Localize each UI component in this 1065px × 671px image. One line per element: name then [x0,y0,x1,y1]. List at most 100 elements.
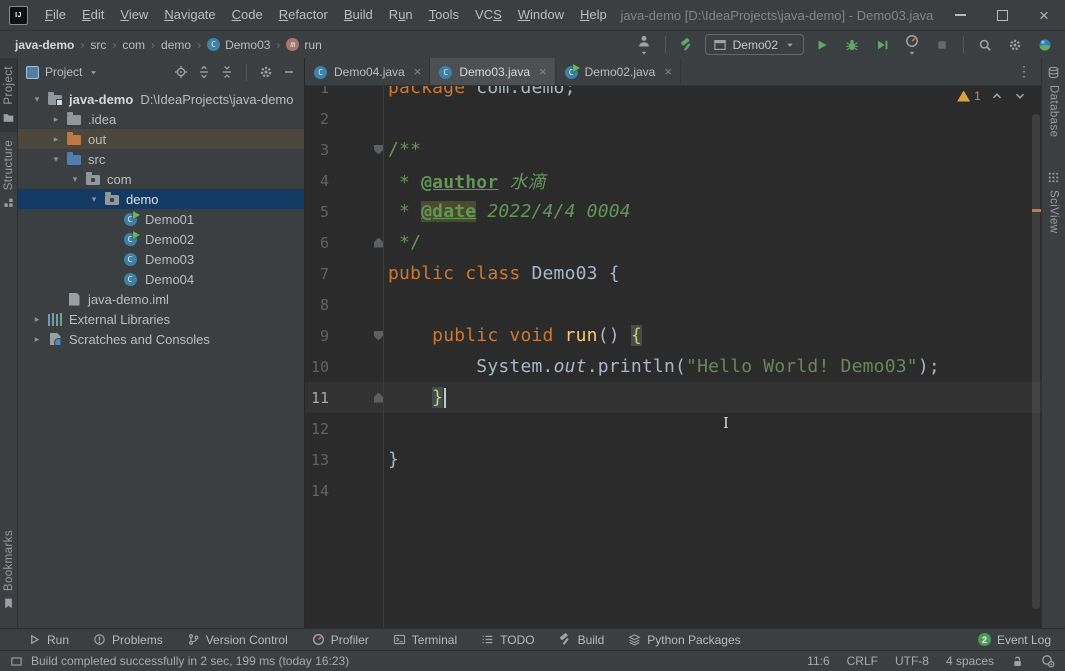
tool-window-button-profiler[interactable]: Profiler [312,633,369,647]
tree-item-demo04[interactable]: CDemo04 [18,269,304,289]
line-number[interactable]: 6 [305,234,329,252]
tool-window-button-structure[interactable]: Structure [0,132,17,217]
expand-all-button[interactable] [197,65,211,79]
close-button[interactable]: × [1023,0,1065,30]
tree-item-demo02[interactable]: CDemo02 [18,229,304,249]
collapse-all-button[interactable] [220,65,234,79]
user-account-button[interactable] [632,34,656,56]
next-problem-button[interactable] [1013,89,1027,103]
readonly-toggle[interactable] [1011,655,1024,668]
debug-button[interactable] [840,34,864,56]
code-line-3[interactable]: 3/** [305,134,1041,165]
code-line-6[interactable]: 6 */ [305,227,1041,258]
minimize-button[interactable] [939,0,981,30]
menu-file[interactable]: File [37,0,74,30]
maximize-button[interactable] [981,0,1023,30]
tree-item-demo03[interactable]: CDemo03 [18,249,304,269]
tree-chevron-icon[interactable]: ▸ [30,314,44,325]
tool-window-button-sciview[interactable]: SciView [1042,163,1065,260]
menu-window[interactable]: Window [510,0,572,30]
tree-item-external-libraries[interactable]: ▸External Libraries [18,309,304,329]
tree-item-java-demo-iml[interactable]: java-demo.iml [18,289,304,309]
project-view-dropdown-icon[interactable] [88,67,99,78]
line-number[interactable]: 7 [305,265,329,283]
breadcrumb-demo03[interactable]: CDemo03 [204,38,273,52]
tree-item-out[interactable]: ▸out [18,129,304,149]
breadcrumb-run[interactable]: mrun [283,38,324,52]
tool-window-button-version-control[interactable]: Version Control [187,633,288,647]
editor-scrollbar[interactable] [1032,114,1040,609]
line-number[interactable]: 3 [305,141,329,159]
tree-chevron-icon[interactable]: ▾ [49,154,63,165]
ide-services-button[interactable] [1041,654,1055,668]
code-line-5[interactable]: 5 * @date 2022/4/4 0004 [305,196,1041,227]
tree-item-com[interactable]: ▾com [18,169,304,189]
breadcrumb-com[interactable]: com [119,38,148,52]
tree-item--idea[interactable]: ▸.idea [18,109,304,129]
tool-window-button-problems[interactable]: Problems [93,633,163,647]
search-everywhere-button[interactable] [973,34,997,56]
profiler-button[interactable] [900,34,924,56]
code-line-10[interactable]: 10 System.out.println("Hello World! Demo… [305,351,1041,382]
fold-marker-icon[interactable] [374,393,383,403]
warning-stripe-mark[interactable] [1032,209,1041,212]
prev-problem-button[interactable] [990,89,1004,103]
build-project-button[interactable] [675,34,699,56]
encoding-widget[interactable]: UTF-8 [895,654,929,668]
code-line-14[interactable]: 14 [305,475,1041,506]
code-line-11[interactable]: 11 } [305,382,1041,413]
line-number[interactable]: 12 [305,420,329,438]
inspection-widget[interactable]: 1 [957,89,1027,103]
code-line-12[interactable]: 12 [305,413,1041,444]
menu-view[interactable]: View [112,0,156,30]
close-tab-icon[interactable]: × [664,64,672,79]
line-number[interactable]: 11 [305,389,329,407]
line-separator-widget[interactable]: CRLF [847,654,878,668]
tool-window-button-bookmarks[interactable]: Bookmarks [0,522,17,618]
fold-marker-icon[interactable] [374,145,383,155]
indent-widget[interactable]: 4 spaces [946,654,994,668]
code-editor[interactable]: 1package com.demo;23/**4 * @author 水滴5 *… [305,86,1041,628]
run-button[interactable] [810,34,834,56]
tree-chevron-icon[interactable]: ▸ [49,114,63,125]
status-message[interactable]: Build completed successfully in 2 sec, 1… [31,654,349,668]
tree-chevron-icon[interactable]: ▾ [87,194,101,205]
breadcrumb-src[interactable]: src [87,38,109,52]
breadcrumb-java-demo[interactable]: java-demo [12,38,77,52]
tree-item-demo[interactable]: ▾demo [18,189,304,209]
tool-window-button-python-packages[interactable]: Python Packages [628,633,740,647]
project-panel-title[interactable]: Project [45,65,82,79]
close-tab-icon[interactable]: × [539,64,547,79]
tree-item-src[interactable]: ▾src [18,149,304,169]
menu-navigate[interactable]: Navigate [156,0,223,30]
tool-window-button-terminal[interactable]: Terminal [393,633,457,647]
line-number[interactable]: 8 [305,296,329,314]
code-line-8[interactable]: 8 [305,289,1041,320]
line-number[interactable]: 1 [305,86,329,97]
tool-window-button-run[interactable]: Run [28,633,69,647]
stop-button[interactable] [930,34,954,56]
hide-panel-button[interactable] [282,65,296,79]
code-line-13[interactable]: 13} [305,444,1041,475]
run-config-combo[interactable]: Demo02 [705,34,804,55]
menu-edit[interactable]: Edit [74,0,112,30]
tree-chevron-icon[interactable]: ▾ [68,174,82,185]
tool-window-button-build[interactable]: Build [559,633,605,647]
line-number[interactable]: 10 [305,358,329,376]
tree-chevron-icon[interactable]: ▾ [30,94,44,105]
tab-demo04-java[interactable]: CDemo04.java× [305,58,430,85]
tool-window-button-todo[interactable]: TODO [481,633,534,647]
code-lines[interactable]: 1package com.demo;23/**4 * @author 水滴5 *… [305,86,1041,506]
menu-vcs[interactable]: VCS [467,0,510,30]
line-number[interactable]: 14 [305,482,329,500]
locate-file-button[interactable] [174,65,188,79]
line-number[interactable]: 4 [305,172,329,190]
fold-marker-icon[interactable] [374,238,383,248]
line-number[interactable]: 13 [305,451,329,469]
line-number[interactable]: 2 [305,110,329,128]
tree-item-java-demo[interactable]: ▾java-demoD:\IdeaProjects\java-demo [18,89,304,109]
warnings-indicator[interactable]: 1 [957,89,981,103]
menu-help[interactable]: Help [572,0,615,30]
code-line-1[interactable]: 1package com.demo; [305,86,1041,103]
fold-marker-icon[interactable] [374,331,383,341]
